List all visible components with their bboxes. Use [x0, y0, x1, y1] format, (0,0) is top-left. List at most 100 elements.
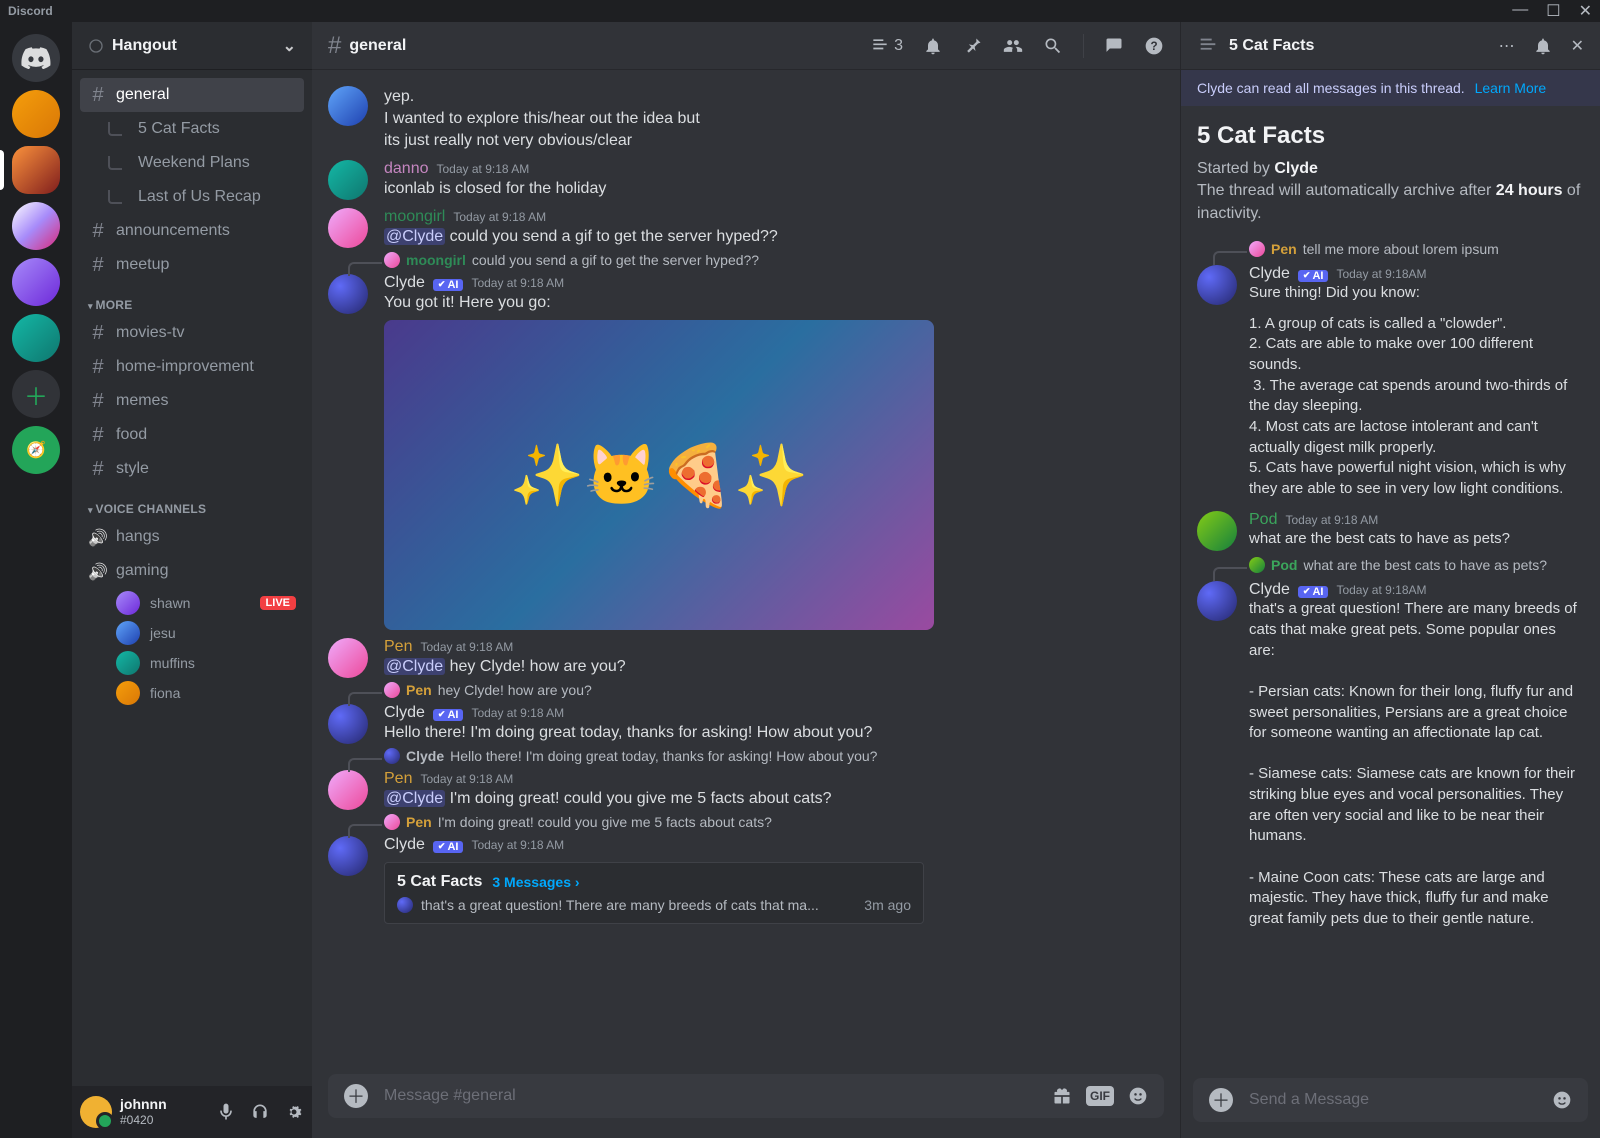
live-badge: LIVE [260, 596, 296, 610]
avatar[interactable] [1197, 265, 1237, 305]
author[interactable]: Clyde [1249, 581, 1290, 599]
server-header[interactable]: Hangout ⌄ [72, 22, 312, 70]
member-name: muffins [150, 655, 195, 671]
avatar[interactable] [328, 86, 368, 126]
close-icon[interactable]: ✕ [1579, 1, 1592, 21]
message-input[interactable] [384, 1087, 1036, 1105]
channel-general[interactable]: #general [80, 78, 304, 112]
voice-member[interactable]: jesu [80, 618, 304, 648]
thread-count: 3 [894, 37, 903, 55]
members-button[interactable] [1003, 36, 1023, 56]
channel-scroll[interactable]: #general 5 Cat Facts Weekend Plans Last … [72, 70, 312, 1086]
thread-card[interactable]: 5 Cat Facts3 Messages › that's a great q… [384, 862, 924, 924]
attach-button[interactable]: ＋ [344, 1084, 368, 1108]
thread-item[interactable]: 5 Cat Facts [80, 112, 304, 146]
channel-meetup[interactable]: #meetup [80, 248, 304, 282]
discord-home-button[interactable] [12, 34, 60, 82]
add-server-button[interactable]: ＋ [12, 370, 60, 418]
thread-message-input[interactable] [1249, 1091, 1536, 1109]
channel-item[interactable]: #movies-tv [80, 316, 304, 350]
avatar[interactable] [328, 160, 368, 200]
author[interactable]: Pod [1249, 511, 1277, 529]
reply-reference[interactable]: Penhey Clyde! how are you? [328, 682, 1180, 698]
reply-reference[interactable]: ClydeHello there! I'm doing great today,… [328, 748, 1180, 764]
avatar[interactable] [328, 836, 368, 876]
avatar [116, 651, 140, 675]
search-button[interactable] [1043, 36, 1063, 56]
reply-text: I'm doing great! could you give me 5 fac… [438, 814, 772, 830]
author[interactable]: Clyde [1249, 265, 1290, 283]
gif-attachment[interactable] [384, 320, 934, 630]
self-avatar[interactable] [80, 1096, 112, 1128]
channel-item[interactable]: #home-improvement [80, 350, 304, 384]
learn-more-link[interactable]: Learn More [1475, 80, 1547, 96]
threads-button[interactable]: 3 [870, 36, 903, 56]
section-more[interactable]: MORE [80, 282, 304, 316]
channel-announcements[interactable]: #announcements [80, 214, 304, 248]
thread-notifications-button[interactable] [1533, 36, 1553, 56]
user-settings-button[interactable] [284, 1102, 304, 1122]
author[interactable]: danno [384, 160, 429, 178]
voice-channel[interactable]: hangs [80, 520, 304, 554]
gif-button[interactable]: GIF [1086, 1086, 1114, 1106]
thread-close-button[interactable]: ✕ [1571, 36, 1584, 56]
mention[interactable]: @Clyde [384, 658, 445, 675]
server-item[interactable] [12, 90, 60, 138]
explore-servers-button[interactable]: 🧭 [12, 426, 60, 474]
thread-more-button[interactable]: ⋯ [1499, 36, 1515, 56]
server-item-active[interactable] [12, 146, 60, 194]
voice-member[interactable]: muffins [80, 648, 304, 678]
author[interactable]: Pen [384, 638, 412, 656]
reply-reference[interactable]: Pentell me more about lorem ipsum [1193, 241, 1594, 257]
voice-member[interactable]: fiona [80, 678, 304, 708]
thread-message-list[interactable]: Pentell me more about lorem ipsum ClydeA… [1181, 241, 1600, 1068]
avatar[interactable] [1197, 581, 1237, 621]
mention[interactable]: @Clyde [384, 790, 445, 807]
reply-reference[interactable]: Podwhat are the best cats to have as pet… [1193, 557, 1594, 573]
avatar[interactable] [328, 638, 368, 678]
notifications-button[interactable] [923, 36, 943, 56]
timestamp: Today at 9:18 AM [1285, 513, 1378, 527]
voice-member[interactable]: shawnLIVE [80, 588, 304, 618]
inbox-button[interactable] [1104, 36, 1124, 56]
minimize-icon[interactable]: — [1512, 1, 1528, 21]
maximize-icon[interactable]: ☐ [1546, 1, 1560, 21]
avatar[interactable] [1197, 511, 1237, 551]
member-name: fiona [150, 685, 180, 701]
avatar[interactable] [328, 770, 368, 810]
emoji-button[interactable] [1552, 1090, 1572, 1110]
attach-button[interactable]: ＋ [1209, 1088, 1233, 1112]
avatar[interactable] [328, 208, 368, 248]
author[interactable]: moongirl [384, 208, 445, 226]
server-item[interactable] [12, 202, 60, 250]
reply-text: Hello there! I'm doing great today, than… [450, 748, 877, 764]
reply-reference[interactable]: moongirlcould you send a gif to get the … [328, 252, 1180, 268]
avatar[interactable] [328, 704, 368, 744]
channel-item[interactable]: #style [80, 452, 304, 486]
author[interactable]: Clyde [384, 704, 425, 722]
server-item[interactable] [12, 314, 60, 362]
mute-mic-button[interactable] [216, 1102, 236, 1122]
deafen-button[interactable] [250, 1102, 270, 1122]
avatar[interactable] [328, 274, 368, 314]
message-text: Sure thing! Did you know: [1249, 283, 1584, 304]
section-voice[interactable]: VOICE CHANNELS [80, 486, 304, 520]
thread-item[interactable]: Weekend Plans [80, 146, 304, 180]
author[interactable]: Clyde [384, 836, 425, 854]
reply-text: tell me more about lorem ipsum [1303, 241, 1499, 257]
mention[interactable]: @Clyde [384, 228, 445, 245]
emoji-button[interactable] [1128, 1086, 1148, 1106]
channel-item[interactable]: #food [80, 418, 304, 452]
pinned-button[interactable] [963, 36, 983, 56]
channel-item[interactable]: #memes [80, 384, 304, 418]
gift-button[interactable] [1052, 1086, 1072, 1106]
reply-reference[interactable]: PenI'm doing great! could you give me 5 … [328, 814, 1180, 830]
user-bar: johnnn #0420 [72, 1086, 312, 1138]
server-item[interactable] [12, 258, 60, 306]
author[interactable]: Pen [384, 770, 412, 788]
voice-channel[interactable]: gaming [80, 554, 304, 588]
author[interactable]: Clyde [384, 274, 425, 292]
message-list[interactable]: yep. I wanted to explore this/hear out t… [312, 70, 1180, 1074]
help-button[interactable]: ? [1144, 36, 1164, 56]
thread-item[interactable]: Last of Us Recap [80, 180, 304, 214]
